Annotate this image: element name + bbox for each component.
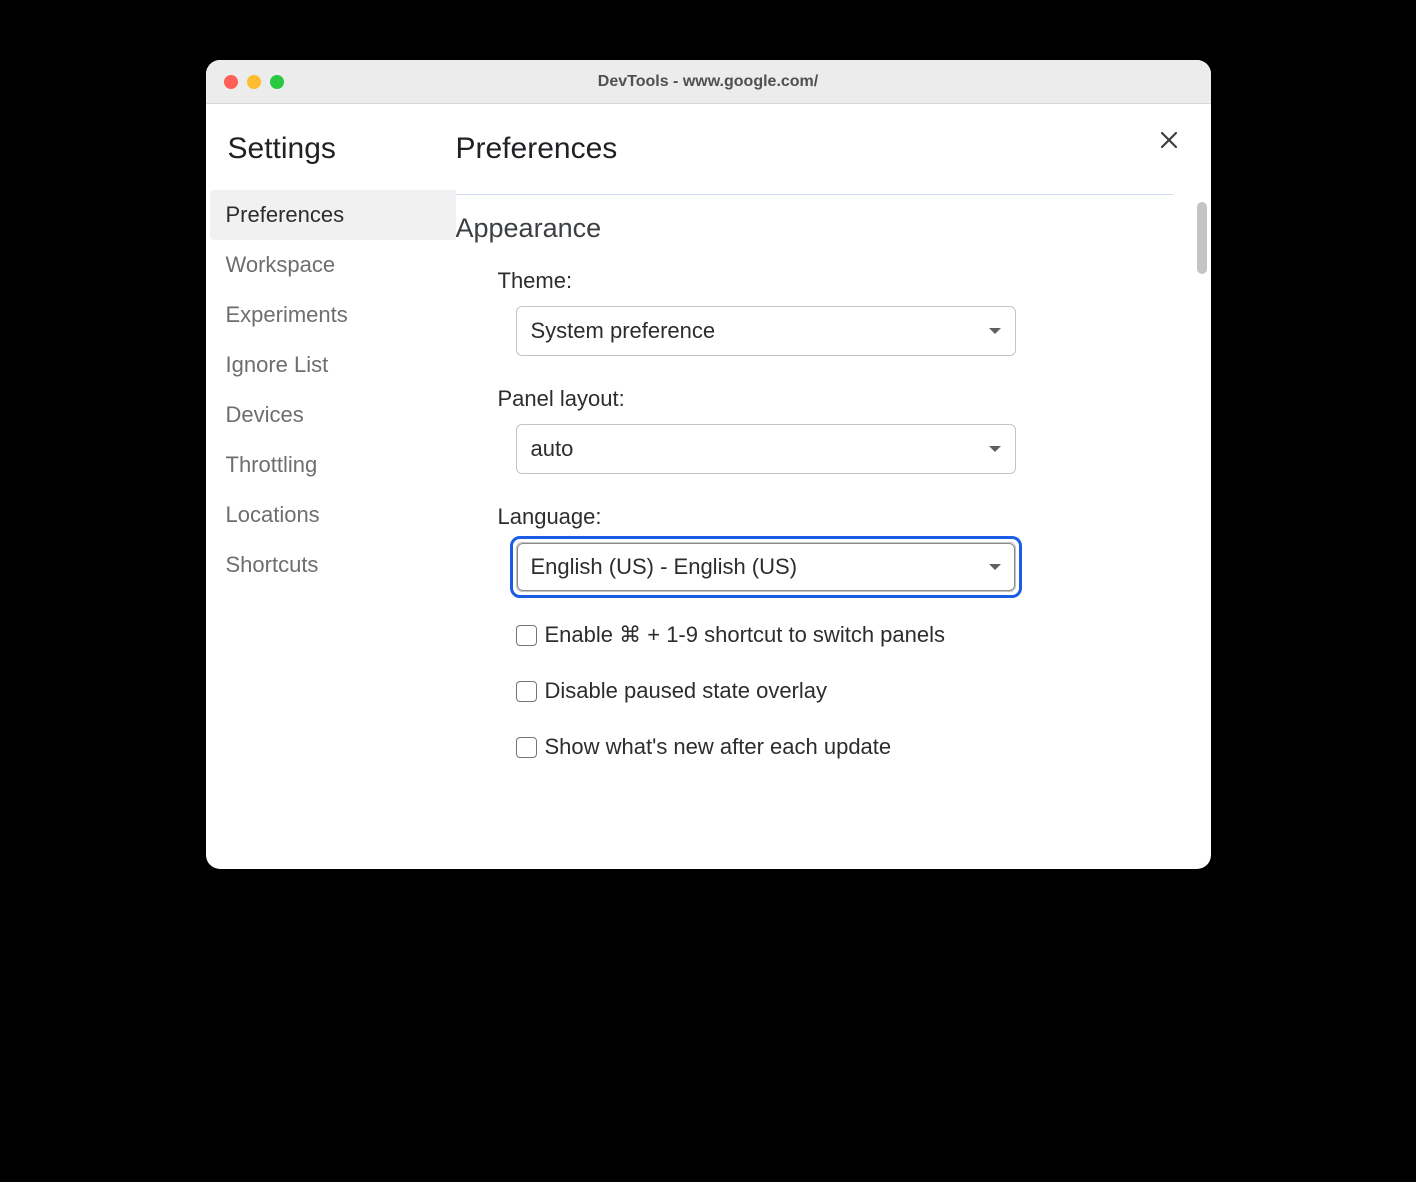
checkbox-input[interactable]	[516, 681, 537, 702]
sidebar-item-shortcuts[interactable]: Shortcuts	[210, 540, 456, 590]
chevron-down-icon	[989, 328, 1001, 334]
close-window-button[interactable]	[224, 75, 238, 89]
minimize-window-button[interactable]	[247, 75, 261, 89]
sidebar-item-workspace[interactable]: Workspace	[210, 240, 456, 290]
sidebar-item-label: Ignore List	[226, 352, 329, 377]
sidebar-item-throttling[interactable]: Throttling	[210, 440, 456, 490]
scrollbar-thumb[interactable]	[1197, 202, 1207, 274]
checkbox-disable-paused-overlay[interactable]: Disable paused state overlay	[516, 678, 1191, 704]
sidebar-item-label: Shortcuts	[226, 552, 319, 577]
checkbox-enable-shortcut[interactable]: Enable ⌘ + 1-9 shortcut to switch panels	[516, 622, 1191, 648]
theme-label: Theme:	[498, 268, 1191, 294]
sidebar-item-locations[interactable]: Locations	[210, 490, 456, 540]
select-value: auto	[531, 436, 574, 462]
checkbox-label: Enable ⌘ + 1-9 shortcut to switch panels	[545, 622, 946, 648]
main-panel: Preferences Appearance Theme: System pre…	[456, 104, 1211, 869]
sidebar-item-label: Devices	[226, 402, 304, 427]
sidebar-item-preferences[interactable]: Preferences	[210, 190, 456, 240]
sidebar: Settings Preferences Workspace Experimen…	[206, 104, 456, 869]
panel-layout-select[interactable]: auto	[516, 424, 1016, 474]
theme-field: Theme: System preference	[498, 268, 1191, 356]
sidebar-item-ignore-list[interactable]: Ignore List	[210, 340, 456, 390]
close-settings-button[interactable]	[1155, 128, 1183, 156]
close-icon	[1159, 130, 1179, 155]
content-area: Settings Preferences Workspace Experimen…	[206, 104, 1211, 869]
checkbox-input[interactable]	[516, 625, 537, 646]
page-title: Preferences	[456, 132, 1191, 166]
divider	[456, 194, 1173, 195]
panel-layout-label: Panel layout:	[498, 386, 1191, 412]
theme-select[interactable]: System preference	[516, 306, 1016, 356]
sidebar-item-label: Experiments	[226, 302, 348, 327]
sidebar-item-label: Preferences	[226, 202, 345, 227]
devtools-window: DevTools - www.google.com/ Settings Pref…	[206, 60, 1211, 869]
checkbox-input[interactable]	[516, 737, 537, 758]
select-value: English (US) - English (US)	[531, 554, 798, 580]
titlebar: DevTools - www.google.com/	[206, 60, 1211, 104]
window-title: DevTools - www.google.com/	[206, 73, 1211, 91]
sidebar-item-label: Workspace	[226, 252, 336, 277]
checkbox-label: Disable paused state overlay	[545, 678, 828, 704]
sidebar-item-label: Locations	[226, 502, 320, 527]
sidebar-item-experiments[interactable]: Experiments	[210, 290, 456, 340]
traffic-lights	[206, 75, 284, 89]
sidebar-item-devices[interactable]: Devices	[210, 390, 456, 440]
chevron-down-icon	[989, 564, 1001, 570]
checkbox-label: Show what's new after each update	[545, 734, 892, 760]
sidebar-title: Settings	[206, 132, 456, 166]
sidebar-item-label: Throttling	[226, 452, 318, 477]
chevron-down-icon	[989, 446, 1001, 452]
select-value: System preference	[531, 318, 716, 344]
checkbox-show-whats-new[interactable]: Show what's new after each update	[516, 734, 1191, 760]
language-label: Language:	[498, 504, 1191, 530]
maximize-window-button[interactable]	[270, 75, 284, 89]
language-field: Language: English (US) - English (US)	[498, 504, 1191, 592]
section-title-appearance: Appearance	[456, 213, 1191, 244]
language-select[interactable]: English (US) - English (US)	[516, 542, 1016, 592]
panel-layout-field: Panel layout: auto	[498, 386, 1191, 474]
